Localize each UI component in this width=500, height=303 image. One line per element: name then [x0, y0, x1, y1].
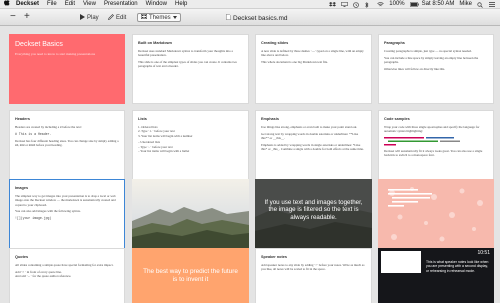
- chevron-down-icon: [172, 15, 177, 21]
- themes-label: Themes: [149, 14, 171, 21]
- slide-heading: Headers: [15, 117, 30, 121]
- notification-center-icon[interactable]: [489, 1, 496, 7]
- slide-images[interactable]: Images The simplest way to get images in…: [9, 179, 125, 249]
- slide-paragraph: The simplest way to get images into your…: [15, 194, 116, 207]
- document-icon: [226, 14, 231, 22]
- overlay-text: If you use text and images together, the…: [264, 199, 363, 221]
- slide-code-on-pattern[interactable]: [378, 179, 494, 249]
- slide-grid: Deckset Basics Everything you need to kn…: [0, 27, 500, 303]
- wifi-icon[interactable]: [377, 1, 384, 7]
- slide-title[interactable]: Deckset Basics Everything you need to kn…: [9, 34, 125, 104]
- menu-view[interactable]: View: [83, 1, 96, 7]
- slide-title-heading: Deckset Basics: [15, 41, 63, 48]
- slide-heading: Quotes: [15, 255, 29, 259]
- mountain-landscape-image: [132, 179, 249, 249]
- themes-icon: [141, 14, 147, 21]
- pattern-code-image: [382, 183, 490, 245]
- menu-help[interactable]: Help: [175, 1, 187, 7]
- slide-creating-slides[interactable]: Creating slides A new slide is defined b…: [255, 34, 372, 104]
- display-icon[interactable]: [341, 1, 349, 7]
- slide-paragraph: This slide is one of the simplest types …: [138, 60, 238, 69]
- play-icon: [80, 14, 85, 22]
- slide-paragraph: Creating paragraphs is simple, just type…: [384, 49, 472, 54]
- presenter-notes-text: This is what speaker notes look like whe…: [426, 260, 489, 273]
- slide-code: ![](your image.jpg): [15, 216, 52, 221]
- window-toolbar: − + Play Edit Themes Deckset basics.md: [0, 9, 500, 26]
- slide-title-subtitle: Everything you need to know to start mak…: [15, 52, 96, 56]
- slide-paragraph: A new slide is defined by three dashes `…: [261, 49, 364, 58]
- bluetooth-icon[interactable]: [365, 1, 372, 8]
- slide-code-samples[interactable]: Code samples Wrap your code with three s…: [378, 110, 494, 180]
- zoom-in-button[interactable]: +: [24, 12, 30, 22]
- menu-presentation[interactable]: Presentation: [104, 1, 138, 7]
- menu-bar-status: 100% Sat 8:50 AM Mike: [329, 1, 500, 8]
- slide-heading: Paragraphs: [384, 41, 405, 45]
- menu-file[interactable]: File: [47, 1, 57, 7]
- pencil-icon: [108, 14, 114, 22]
- slide-heading: Images: [15, 186, 29, 190]
- slide-paragraph: Deckset uses standard Markdown syntax to…: [138, 49, 233, 58]
- list-item: – Your list items will begin with a bull…: [138, 148, 190, 153]
- slide-code: # This is a Header.: [15, 131, 52, 136]
- apple-menu-icon[interactable]: [3, 0, 11, 9]
- clock[interactable]: Sat 8:50 AM: [422, 1, 455, 7]
- slide-quotes[interactable]: Quotes All slides containing a simple qu…: [9, 248, 125, 303]
- slide-heading: Lists: [138, 117, 147, 121]
- slide-headers[interactable]: Headers Headers are created by including…: [9, 110, 125, 180]
- slide-text-over-image[interactable]: If you use text and images together, the…: [255, 179, 372, 249]
- slide-paragraph: And add `-- ` for the quote author refer…: [15, 274, 72, 279]
- slide-emphasis[interactable]: Emphasis Use things like strong, emphasi…: [255, 110, 372, 180]
- quote-text: The best way to predict the future is to…: [143, 268, 238, 283]
- slide-presenter-display[interactable]: 10:51 This is what speaker notes look li…: [378, 248, 494, 303]
- slide-paragraph: Get strong text by wrapping words in dou…: [261, 131, 359, 141]
- slide-lists[interactable]: Lists 1. Ordered lists 2. Type `1. ` bef…: [132, 110, 249, 180]
- slide-paragraph: Deckset will automatically fit it always…: [384, 149, 483, 158]
- dropbox-icon[interactable]: [329, 1, 337, 7]
- user-menu[interactable]: Mike: [459, 1, 472, 7]
- app-menu[interactable]: Deckset: [16, 1, 39, 7]
- slide-paragraph: Deckset has four different heading sizes…: [15, 138, 119, 147]
- slide-quote[interactable]: The best way to predict the future is to…: [132, 248, 249, 303]
- slide-paragraph: This whole document is one big Markdown …: [261, 60, 329, 65]
- slide-paragraph: All slides containing a simple quote hav…: [15, 263, 114, 268]
- menu-edit[interactable]: Edit: [65, 1, 75, 7]
- zoom-out-button[interactable]: −: [10, 12, 16, 22]
- slide-paragraph: Wrap your code with three single apostro…: [384, 125, 480, 134]
- time-machine-icon[interactable]: [353, 1, 360, 8]
- edit-button[interactable]: Edit: [108, 14, 126, 22]
- slide-paragraph: Add speaker notes to any slide by adding…: [261, 263, 365, 272]
- themes-button-frame: Themes: [137, 13, 181, 22]
- slide-paragraph: Emphasis is added by wrapping words in s…: [261, 142, 364, 152]
- code-block: [384, 136, 488, 146]
- slide-paragraph: Use things like strong, emphasis or even…: [261, 125, 358, 130]
- slide-speaker-notes[interactable]: Speaker notes Add speaker notes to any s…: [255, 248, 372, 303]
- slide-heading: Creating slides: [261, 41, 289, 45]
- menu-window[interactable]: Window: [146, 1, 167, 7]
- slide-paragraph: Otherwise lines will follow on directly …: [384, 66, 446, 71]
- slide-paragraph: You can include a line space by simply l…: [384, 55, 479, 65]
- slide-paragraph: You can also add images with the followi…: [15, 209, 81, 214]
- battery-icon[interactable]: [409, 1, 419, 7]
- slide-heading: Built on Markdown: [138, 41, 172, 45]
- themes-button[interactable]: Themes: [137, 13, 181, 22]
- spotlight-icon[interactable]: [477, 1, 484, 8]
- play-button[interactable]: Play: [80, 14, 99, 22]
- slide-built-on-markdown[interactable]: Built on Markdown Deckset uses standard …: [132, 34, 249, 104]
- slide-mountain-image[interactable]: [132, 179, 249, 249]
- slide-preview-thumbnail: [381, 251, 421, 273]
- play-label: Play: [87, 15, 99, 21]
- slide-heading: Code samples: [384, 117, 410, 121]
- document-title: Deckset basics.md: [226, 14, 288, 22]
- slide-heading: Emphasis: [261, 117, 279, 121]
- battery-percent: 100%: [389, 1, 405, 7]
- edit-label: Edit: [116, 15, 127, 21]
- document-title-label: Deckset basics.md: [233, 14, 288, 22]
- presenter-clock: 10:51: [477, 250, 490, 256]
- slide-paragraph: Headers are created by including a # bef…: [15, 125, 82, 130]
- slide-heading: Speaker notes: [261, 255, 287, 259]
- slide-paragraphs[interactable]: Paragraphs Creating paragraphs is simple…: [378, 34, 494, 104]
- list-item: 3. Your list items will begin with a num…: [138, 133, 193, 138]
- menu-bar: Deckset File Edit View Presentation Wind…: [0, 0, 500, 9]
